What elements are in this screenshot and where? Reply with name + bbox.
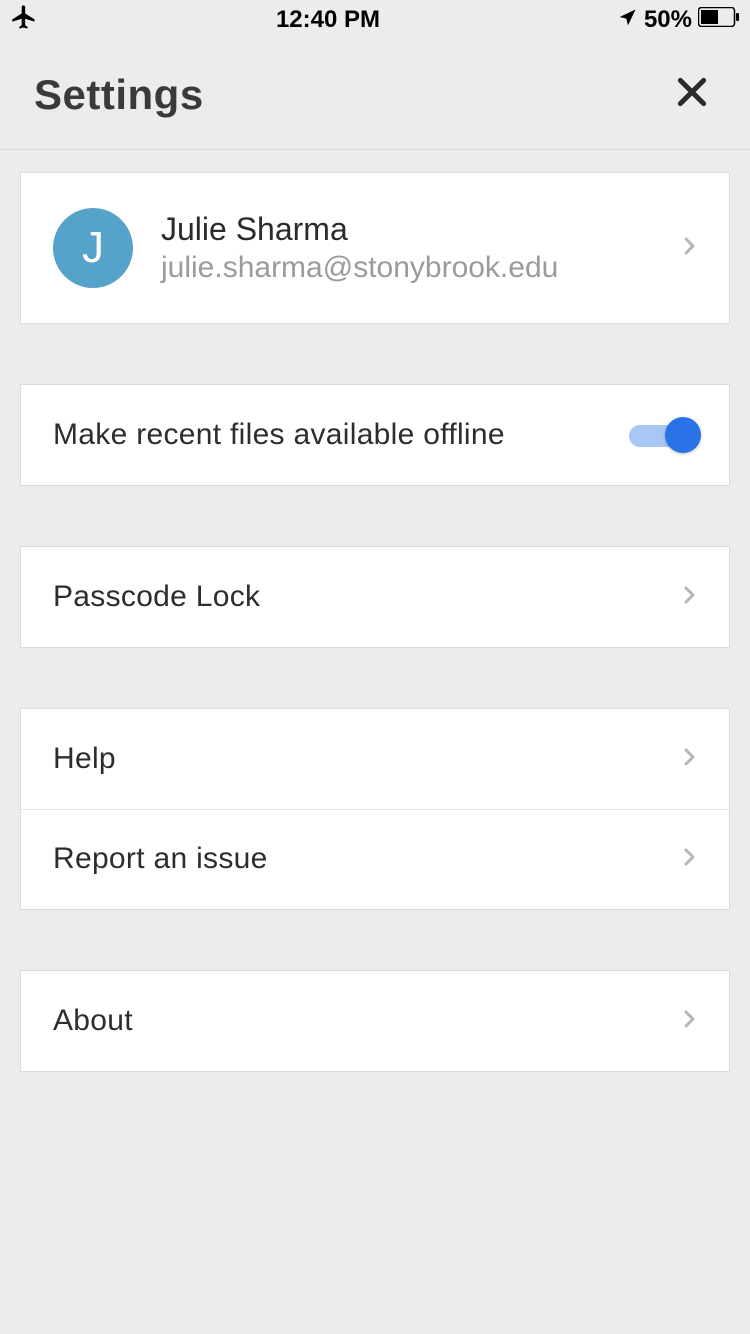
account-email: julie.sharma@stonybrook.edu	[161, 250, 677, 286]
chevron-right-icon	[677, 234, 701, 263]
chevron-right-icon	[677, 845, 701, 874]
toggle-knob	[665, 417, 701, 453]
account-name: Julie Sharma	[161, 210, 677, 248]
offline-label: Make recent files available offline	[53, 418, 629, 452]
offline-row: Make recent files available offline	[21, 385, 729, 485]
account-text: Julie Sharma julie.sharma@stonybrook.edu	[161, 210, 677, 286]
help-label: Help	[53, 742, 677, 776]
about-row[interactable]: About	[21, 971, 729, 1071]
location-icon	[618, 6, 638, 34]
offline-card: Make recent files available offline	[20, 384, 730, 486]
avatar: J	[53, 208, 133, 288]
status-bar: 12:40 PM 50%	[0, 0, 750, 40]
battery-percent: 50%	[644, 6, 692, 34]
about-card: About	[20, 970, 730, 1072]
status-time: 12:40 PM	[276, 6, 380, 34]
account-row[interactable]: J Julie Sharma julie.sharma@stonybrook.e…	[21, 173, 729, 323]
report-row[interactable]: Report an issue	[21, 809, 729, 909]
chevron-right-icon	[677, 1007, 701, 1036]
page-title: Settings	[34, 71, 204, 119]
airplane-mode-icon	[10, 3, 38, 38]
help-row[interactable]: Help	[21, 709, 729, 809]
chevron-right-icon	[677, 583, 701, 612]
passcode-label: Passcode Lock	[53, 580, 677, 614]
header: Settings	[0, 40, 750, 150]
about-label: About	[53, 1004, 677, 1038]
report-label: Report an issue	[53, 842, 677, 876]
offline-toggle[interactable]	[629, 417, 701, 453]
close-icon	[672, 72, 712, 117]
status-left	[10, 3, 38, 38]
account-card: J Julie Sharma julie.sharma@stonybrook.e…	[20, 172, 730, 324]
battery-icon	[698, 6, 740, 34]
content: J Julie Sharma julie.sharma@stonybrook.e…	[0, 172, 750, 1072]
help-report-card: Help Report an issue	[20, 708, 730, 910]
close-button[interactable]	[668, 71, 716, 119]
status-right: 50%	[618, 6, 740, 34]
passcode-row[interactable]: Passcode Lock	[21, 547, 729, 647]
passcode-card: Passcode Lock	[20, 546, 730, 648]
chevron-right-icon	[677, 745, 701, 774]
